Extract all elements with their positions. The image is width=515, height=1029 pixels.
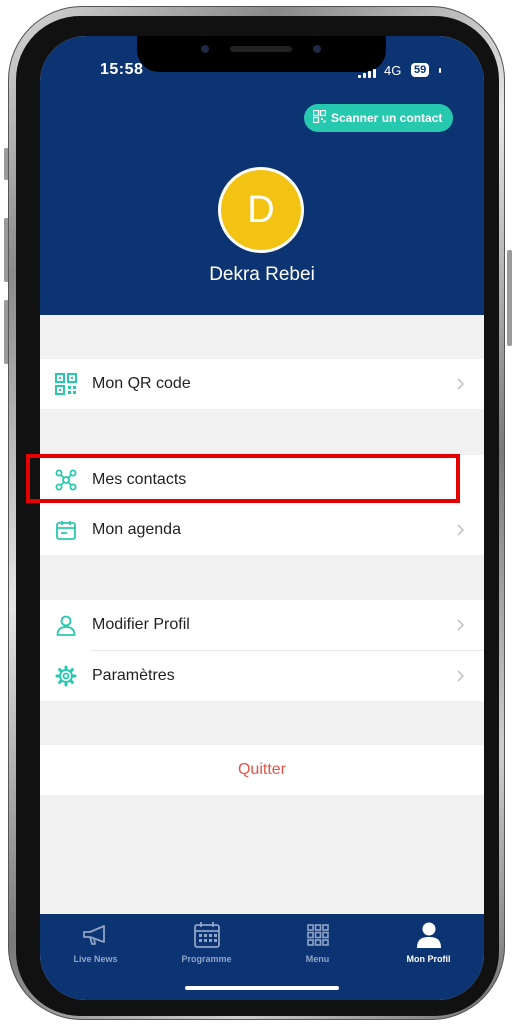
home-indicator[interactable] (185, 986, 339, 990)
signal-icon (358, 69, 376, 78)
speaker-grille (230, 46, 292, 52)
qr-scan-icon (312, 109, 327, 126)
person-icon (416, 920, 442, 950)
sensor-dot (313, 45, 321, 53)
menu-section-quit: Quitter (40, 745, 484, 795)
chevron-right-icon (457, 523, 465, 541)
tab-live-news[interactable]: Live News (40, 914, 151, 1000)
grid-icon (306, 920, 330, 950)
tab-label: Menu (305, 954, 330, 964)
battery-icon: 59 (411, 63, 430, 77)
scan-contact-button[interactable]: Scanner un contact (304, 104, 454, 132)
menu-item-label: Paramètres (92, 667, 175, 684)
user-icon (54, 613, 78, 637)
calendar-icon (54, 518, 78, 542)
quit-button[interactable]: Quitter (40, 745, 484, 795)
gear-icon (54, 664, 78, 688)
tab-label: Live News (73, 954, 118, 964)
menu-item-label: Mon QR code (92, 375, 191, 392)
app-screen: 15:58 4G 59 Scanner un contact D Dekra R… (40, 36, 484, 1000)
menu-item-qr-code[interactable]: Mon QR code (40, 359, 484, 409)
chevron-right-icon (457, 618, 465, 636)
qr-code-icon (54, 372, 78, 396)
camera-dot (201, 45, 209, 53)
menu-item-label: Mon agenda (92, 521, 181, 538)
avatar: D (218, 167, 304, 253)
power-button (507, 250, 512, 346)
menu-item-modifier-profil[interactable]: Modifier Profil (40, 600, 484, 650)
user-name: Dekra Rebei (209, 264, 315, 285)
menu-item-mon-agenda[interactable]: Mon agenda (40, 505, 484, 555)
battery-tip (439, 68, 441, 73)
status-time: 15:58 (100, 61, 144, 78)
calendar-grid-icon (193, 920, 221, 950)
menu-item-parametres[interactable]: Paramètres (40, 651, 484, 701)
profile-header: 15:58 4G 59 Scanner un contact D Dekra R… (40, 36, 484, 315)
tab-mon-profil[interactable]: Mon Profil (373, 914, 484, 1000)
chevron-right-icon (457, 669, 465, 687)
highlight-box (26, 454, 460, 503)
menu-section-qr: Mon QR code (40, 359, 484, 409)
megaphone-icon (82, 920, 110, 950)
notch (137, 36, 386, 72)
chevron-right-icon (457, 377, 465, 395)
tab-label: Programme (181, 954, 232, 964)
tab-label: Mon Profil (406, 954, 451, 964)
scan-contact-label: Scanner un contact (331, 111, 443, 125)
network-type: 4G (384, 63, 402, 78)
menu-section-profile: Modifier Profil Paramètres (40, 600, 484, 701)
menu-item-label: Modifier Profil (92, 616, 190, 633)
